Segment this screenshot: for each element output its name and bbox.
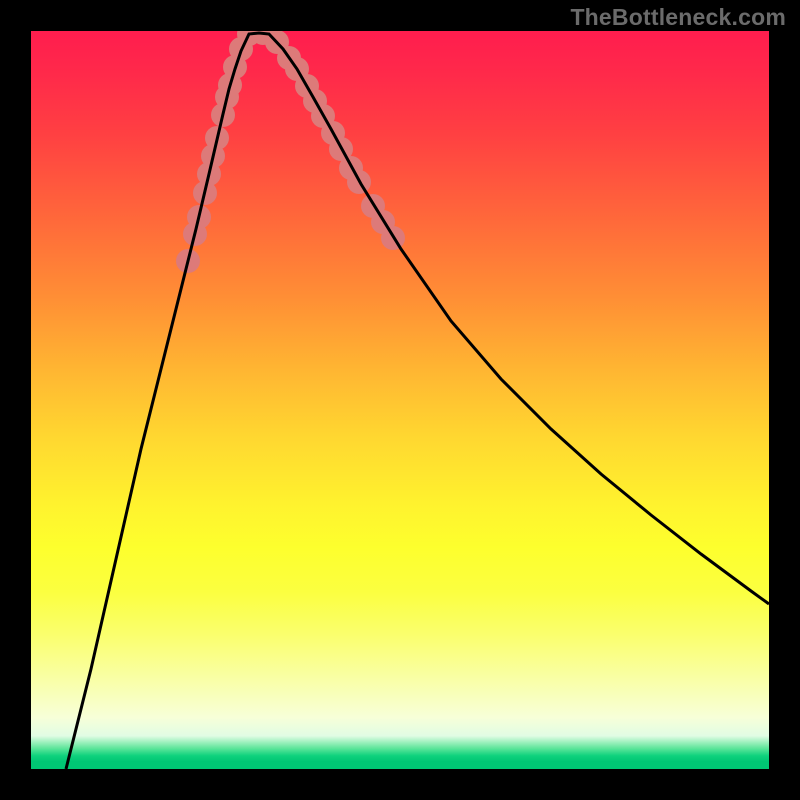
marker-dots-group bbox=[176, 31, 405, 273]
bottleneck-curve-line bbox=[66, 33, 769, 769]
chart-svg bbox=[31, 31, 769, 769]
chart-frame: TheBottleneck.com bbox=[0, 0, 800, 800]
watermark-text: TheBottleneck.com bbox=[570, 4, 786, 31]
plot-area bbox=[31, 31, 769, 769]
